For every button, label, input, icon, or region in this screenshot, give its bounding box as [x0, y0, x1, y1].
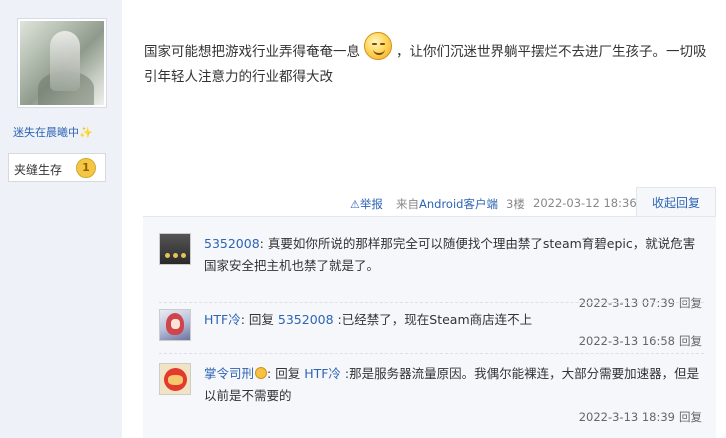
collapse-replies-button[interactable]: 收起回复 — [636, 187, 716, 217]
avatar-image — [20, 21, 104, 105]
reply-timestamp: 2022-3-13 07:39 — [578, 296, 675, 310]
reply-prefix: : 回复 — [240, 312, 278, 327]
reply-text: 掌令司刑: 回复 HTF冷 :那是服务器流量原因。我偶尔能裸连，大部分需要加速器… — [204, 363, 704, 407]
post-timestamp: 2022-03-12 18:36 — [533, 196, 637, 210]
floor-number: 3楼 — [506, 197, 525, 211]
reply-section: 5352008: 真要如你所说的那样那完全可以随便找个理由禁了steam育碧ep… — [143, 216, 716, 438]
reply-divider — [159, 302, 704, 303]
sparkle-icon: ✨ — [79, 126, 93, 139]
badge-level-icon: 1 — [76, 158, 96, 178]
reply-avatar[interactable] — [159, 363, 191, 395]
author-name[interactable]: 迷失在晨曦中✨ — [13, 124, 93, 140]
source-link[interactable]: Android客户端 — [419, 197, 498, 211]
reply-body: 真要如你所说的那样那完全可以随便找个理由禁了steam育碧epic，就说危害国家… — [204, 236, 696, 273]
reply-meta: 2022-3-13 18:39 回复 — [579, 409, 702, 425]
emoji-icon — [255, 367, 268, 379]
reply-divider — [159, 353, 704, 354]
post-content: 国家可能想把游戏行业弄得奄奄一息 ，让你们沉迷世界躺平摆烂不去进厂生孩子。一切吸引… — [144, 32, 710, 90]
reply-button[interactable]: 回复 — [679, 296, 702, 310]
reply-body: :已经禁了，现在Steam商店连不上 — [333, 312, 533, 327]
reply-avatar[interactable] — [159, 309, 191, 341]
reply-timestamp: 2022-3-13 16:58 — [578, 334, 675, 348]
post-source: 来自Android客户端 — [396, 196, 498, 212]
reply-button[interactable]: 回复 — [679, 410, 702, 424]
reply-text: HTF冷: 回复 5352008 :已经禁了，现在Steam商店连不上 — [204, 309, 704, 331]
reply-avatar[interactable] — [159, 233, 191, 265]
reply-target[interactable]: HTF冷 — [304, 366, 341, 381]
smile-emoji-icon — [364, 32, 392, 60]
reply-author[interactable]: HTF冷 — [204, 312, 241, 327]
badge-label: 夹缝生存 — [14, 163, 63, 177]
report-label[interactable]: 举报 — [360, 197, 383, 211]
source-prefix: 来自 — [396, 197, 419, 211]
reply-target[interactable]: 5352008 — [278, 312, 334, 327]
author-sidebar: 迷失在晨曦中✨ 夹缝生存 1 — [0, 0, 122, 438]
author-name-text[interactable]: 迷失在晨曦中 — [13, 126, 79, 139]
reply-author[interactable]: 掌令司刑 — [204, 366, 254, 381]
avatar[interactable] — [17, 18, 107, 108]
reply-timestamp: 2022-3-13 18:39 — [578, 410, 675, 424]
reply-button[interactable]: 回复 — [679, 334, 702, 348]
reply-meta: 2022-3-13 16:58 回复 — [579, 333, 702, 349]
reply-author[interactable]: 5352008 — [204, 236, 260, 251]
level-badge[interactable]: 夹缝生存 1 — [8, 153, 106, 182]
report-link[interactable]: ⚠举报 — [350, 196, 383, 212]
reply-prefix: : 回复 — [267, 366, 305, 381]
reply-text: 5352008: 真要如你所说的那样那完全可以随便找个理由禁了steam育碧ep… — [204, 233, 704, 277]
post-text-part1: 国家可能想把游戏行业弄得奄奄一息 — [144, 44, 360, 60]
warning-icon: ⚠ — [350, 198, 360, 211]
